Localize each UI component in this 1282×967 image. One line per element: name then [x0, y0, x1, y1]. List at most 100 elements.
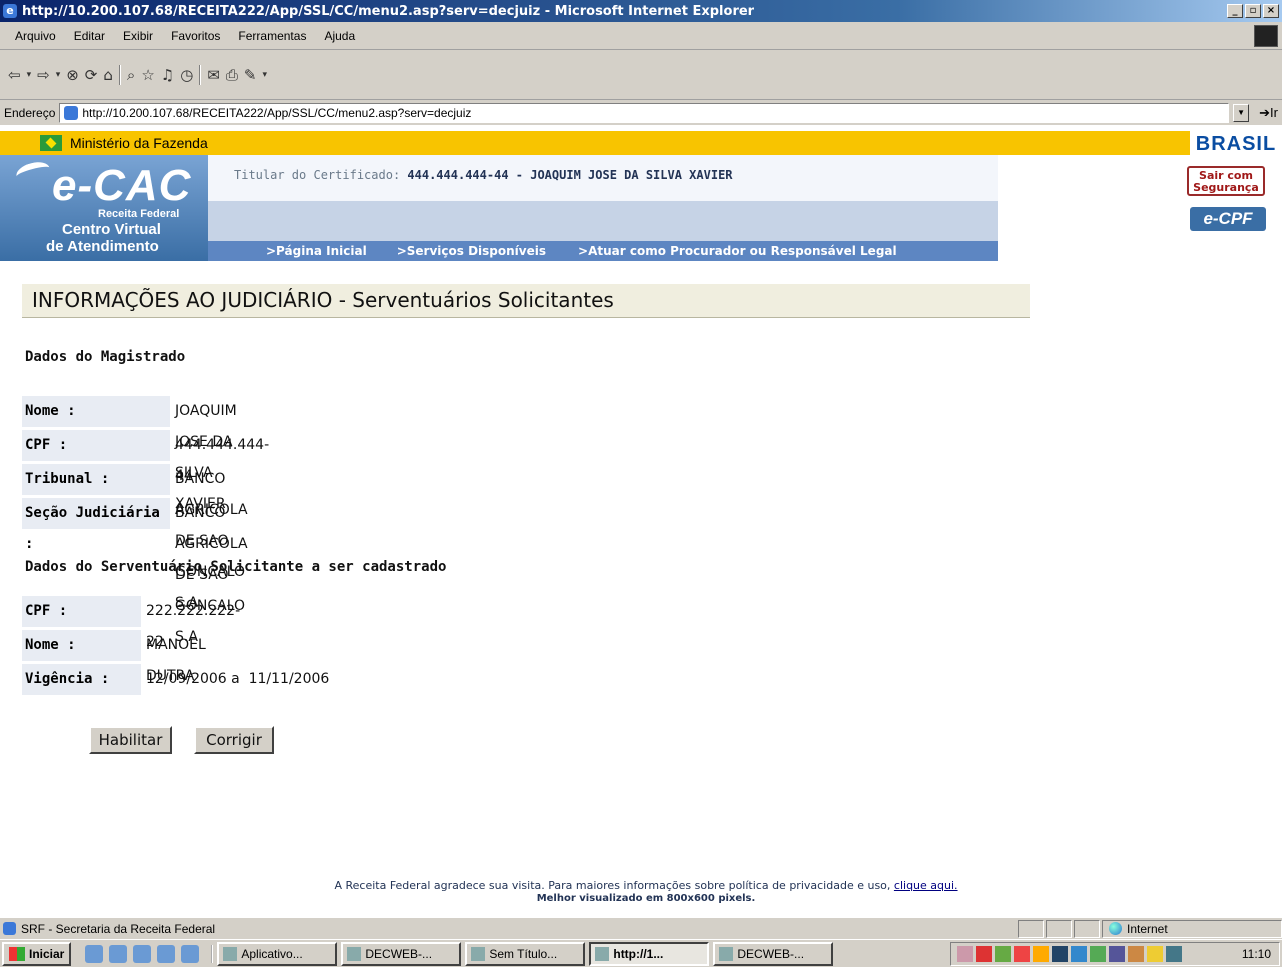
volume-icon[interactable] [957, 945, 973, 962]
menu-editar[interactable]: Editar [65, 29, 114, 43]
windows-flag-icon [9, 946, 25, 961]
footer-text: A Receita Federal agradece sua visita. P… [0, 879, 1282, 892]
field-value: BANCO AGRICOLA DE SAO GONCALO S.A [175, 505, 248, 645]
tray-app-icon[interactable] [1147, 945, 1163, 962]
status-cell [1018, 919, 1044, 938]
habilitar-button[interactable]: Habilitar [89, 726, 172, 754]
clock[interactable]: 11:10 [1242, 947, 1279, 961]
zone-label: Internet [1127, 921, 1168, 936]
sair-com-seguranca-button[interactable]: Sair com Segurança [1187, 166, 1265, 196]
desktop-quicklaunch-icon[interactable] [109, 944, 128, 963]
menu-exibir[interactable]: Exibir [114, 29, 162, 43]
address-bar: Endereço http://10.200.107.68/RECEITA222… [0, 100, 1282, 125]
close-button[interactable]: × [1263, 4, 1279, 18]
field-value: JOAQUIM JOSE DA SILVA XAVIER [175, 403, 237, 512]
tray-app-icon[interactable] [1071, 945, 1087, 962]
edit-dropdown-icon[interactable]: ▾ [262, 70, 267, 80]
forward-dropdown-icon[interactable]: ▾ [56, 70, 61, 80]
ie-quicklaunch-icon[interactable] [85, 944, 104, 963]
nav-pagina-inicial[interactable]: >Página Inicial [266, 244, 367, 258]
refresh-icon[interactable]: ⟳ [85, 66, 98, 84]
toolbar-separator [118, 64, 121, 85]
field-label: Nome : [22, 630, 141, 661]
tray-app-icon[interactable] [1128, 945, 1144, 962]
tray-app-icon[interactable] [1166, 945, 1182, 962]
app-quicklaunch-icon[interactable] [181, 944, 200, 963]
forward-icon[interactable]: ⇨ [37, 66, 50, 84]
privacy-link[interactable]: clique aqui. [894, 879, 958, 892]
toolbar: ⇦ ▾ ⇨ ▾ ⊗ ⟳ ⌂ ⌕ ☆ ♫ ◷ ✉ ⎙ ✎ ▾ [0, 50, 1282, 100]
tray-app-icon[interactable] [1109, 945, 1125, 962]
tray-app-icon[interactable] [995, 945, 1011, 962]
go-button[interactable]: ➔Ir [1259, 105, 1278, 121]
media-icon[interactable]: ♫ [161, 66, 174, 84]
ecac-logo[interactable]: e-CAC Receita Federal Centro Virtual de … [0, 155, 208, 261]
field-value: MANOEL DUTRA [146, 637, 206, 684]
tray-app-icon[interactable] [1090, 945, 1106, 962]
menu-arquivo[interactable]: Arquivo [6, 29, 65, 43]
favorites-icon[interactable]: ☆ [141, 66, 154, 84]
tray-app-icon[interactable] [1014, 945, 1030, 962]
app-quicklaunch-icon[interactable] [133, 944, 152, 963]
start-label: Iniciar [29, 946, 65, 961]
start-button[interactable]: Iniciar [2, 941, 72, 966]
corrigir-button[interactable]: Corrigir [194, 726, 274, 754]
home-icon[interactable]: ⌂ [103, 66, 113, 84]
back-dropdown-icon[interactable]: ▾ [27, 70, 32, 80]
ie-icon [471, 946, 486, 961]
restore-button[interactable]: ▫ [1245, 4, 1261, 18]
search-icon[interactable]: ⌕ [127, 66, 135, 84]
nav-procurador[interactable]: >Atuar como Procurador ou Responsável Le… [578, 244, 897, 258]
field-label: CPF : [22, 596, 141, 627]
menu-ajuda[interactable]: Ajuda [315, 29, 364, 43]
ie-icon [347, 946, 362, 961]
task-button-active[interactable]: http://1... [589, 941, 710, 966]
brasil-logo: BRASIL [1190, 131, 1282, 159]
tray-app-icon[interactable] [976, 945, 992, 962]
magistrado-heading: Dados do Magistrado [25, 349, 186, 365]
nav-servicos[interactable]: >Serviços Disponíveis [397, 244, 546, 258]
task-button[interactable]: DECWEB-... [341, 941, 462, 966]
tray-app-icon[interactable] [1033, 945, 1049, 962]
menu-ferramentas[interactable]: Ferramentas [229, 29, 315, 43]
go-label: Ir [1270, 104, 1278, 120]
swoosh-icon [14, 158, 52, 186]
task-button[interactable]: DECWEB-... [713, 941, 834, 966]
address-dropdown-button[interactable]: ▼ [1233, 103, 1250, 122]
history-icon[interactable]: ◷ [180, 66, 193, 84]
ecpf-button[interactable]: e-CPF [1190, 207, 1266, 231]
atendimento-label: de Atendimento [46, 238, 159, 255]
security-zone[interactable]: Internet [1102, 919, 1282, 938]
edit-icon[interactable]: ✎ [244, 66, 257, 84]
main-nav: >Página Inicial >Serviços Disponíveis >A… [208, 241, 998, 261]
address-input[interactable]: http://10.200.107.68/RECEITA222/App/SSL/… [59, 102, 1230, 123]
task-button[interactable]: Aplicativo... [217, 941, 338, 966]
ministry-bar: Ministério da Fazenda [0, 131, 1282, 155]
ie-icon [595, 946, 610, 961]
header-band [208, 201, 998, 241]
mail-icon[interactable]: ✉ [207, 66, 220, 84]
task-button[interactable]: Sem Título... [465, 941, 586, 966]
menu-favoritos[interactable]: Favoritos [162, 29, 229, 43]
window-title: http://10.200.107.68/RECEITA222/App/SSL/… [22, 3, 755, 19]
back-icon[interactable]: ⇦ [8, 66, 21, 84]
field-value: BANCO AGRICOLA DE SAO GONCALO S.A [175, 471, 248, 611]
task-label: http://1... [613, 946, 664, 961]
field-label: CPF : [22, 430, 170, 461]
status-text: SRF - Secretaria da Receita Federal [21, 921, 216, 936]
status-cell [1074, 919, 1100, 938]
page-icon [64, 105, 79, 120]
serventuario-heading: Dados do Serventuário Solicitante a ser … [25, 559, 447, 575]
windows-logo-icon [1254, 24, 1278, 47]
stop-icon[interactable]: ⊗ [66, 66, 79, 84]
print-icon[interactable]: ⎙ [226, 66, 238, 84]
page-status-icon [3, 922, 16, 935]
ie-icon: e [3, 4, 17, 18]
language-icon[interactable] [1052, 945, 1068, 962]
window-title-bar[interactable]: e http://10.200.107.68/RECEITA222/App/SS… [0, 0, 1282, 22]
app-quicklaunch-icon[interactable] [157, 944, 176, 963]
minimize-button[interactable]: _ [1227, 4, 1243, 18]
internet-globe-icon [1109, 922, 1122, 935]
menu-bar: Arquivo Editar Exibir Favoritos Ferramen… [0, 22, 1282, 50]
ecac-logo-text: e-CAC [52, 161, 192, 210]
